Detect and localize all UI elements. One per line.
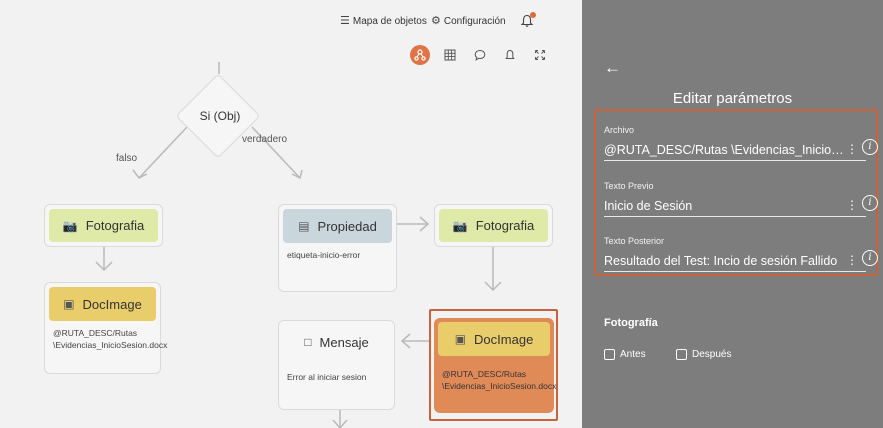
docimage-node-title: DocImage [82,296,142,312]
after-checkbox[interactable]: Después [676,349,731,360]
before-checkbox[interactable]: Antes [604,349,646,360]
field-value: Inicio de Sesión [604,199,693,213]
list-icon: ▤ [298,219,310,233]
property-node[interactable]: ▤ Propiedad etiqueta-inicio-error [278,204,397,292]
property-node-header: ▤ Propiedad [283,209,392,243]
field-input-archivo[interactable]: @RUTA_DESC/Rutas \Evidencias_InicioSesio… [604,139,866,161]
field-label: Archivo [604,125,635,135]
photo-node-title: Fotografia [475,218,535,233]
info-icon[interactable]: i [862,250,878,266]
photo-node-title: Fotografia [85,218,145,233]
message-node-text: Error al iniciar sesion [287,372,367,382]
message-node[interactable]: □ Mensaje Error al iniciar sesion [278,320,395,410]
decision-label: Si (Obj) [199,109,241,123]
params-box: Archivo @RUTA_DESC/Rutas \Evidencias_Ini… [594,109,878,276]
checkbox-box[interactable] [676,349,687,360]
property-node-text: etiqueta-inicio-error [287,250,361,260]
field-texto-previo: Texto Previo Inicio de Sesión ⋮ i [604,181,878,217]
field-value: Resultado del Test: Incio de sesión Fall… [604,254,838,268]
camera-icon: 📷 [62,218,78,233]
message-node-header: □ Mensaje [283,325,390,359]
photo-node-false[interactable]: 📷 Fotografia [44,204,163,247]
camera-icon: 📷 [452,218,468,233]
edge-label-false: falso [116,153,138,164]
message-icon: □ [304,335,312,349]
flow-canvas[interactable]: ☰ Mapa de objetos ⚙ Configuración Si (Ob… [0,0,582,428]
info-icon[interactable]: i [862,139,878,155]
field-input-texto-previo[interactable]: Inicio de Sesión ⋮ [604,195,866,217]
checkbox-box[interactable] [604,349,615,360]
back-arrow-icon[interactable]: ← [604,58,621,78]
edge-label-true: verdadero [242,134,288,145]
photo-node-true[interactable]: 📷 Fotografia [434,204,553,247]
field-input-texto-posterior[interactable]: Resultado del Test: Incio de sesión Fall… [604,250,866,272]
field-value: @RUTA_DESC/Rutas \Evidencias_InicioSesio… [604,143,846,157]
field-archivo: Archivo @RUTA_DESC/Rutas \Evidencias_Ini… [604,125,878,161]
image-icon: ▣ [63,297,75,311]
docimage-node-false[interactable]: ▣ DocImage @RUTA_DESC/Rutas \Evidencias_… [44,282,168,374]
message-node-title: Mensaje [319,334,369,350]
photo-node-header: 📷 Fotografia [439,209,548,242]
property-node-title: Propiedad [317,218,377,234]
field-label: Texto Posterior [604,236,665,246]
before-label: Antes [620,349,646,360]
docimage-node-text: @RUTA_DESC/Rutas \Evidencias_InicioSesio… [53,328,168,350]
docimage-node-header: ▣ DocImage [49,287,156,321]
panel-title: Editar parámetros [672,90,793,107]
edit-params-panel: ← Editar parámetros Archivo @RUTA_DESC/R… [582,0,883,428]
field-texto-posterior: Texto Posterior Resultado del Test: Inci… [604,236,878,272]
after-label: Después [692,349,732,360]
more-vert-icon[interactable]: ⋮ [846,254,858,266]
photo-section-title: Fotografía [604,317,658,329]
more-vert-icon[interactable]: ⋮ [846,199,858,211]
photo-node-header: 📷 Fotografia [49,209,158,242]
info-icon[interactable]: i [862,195,878,211]
selection-highlight [429,309,558,421]
field-label: Texto Previo [604,181,654,191]
more-vert-icon[interactable]: ⋮ [846,143,858,155]
